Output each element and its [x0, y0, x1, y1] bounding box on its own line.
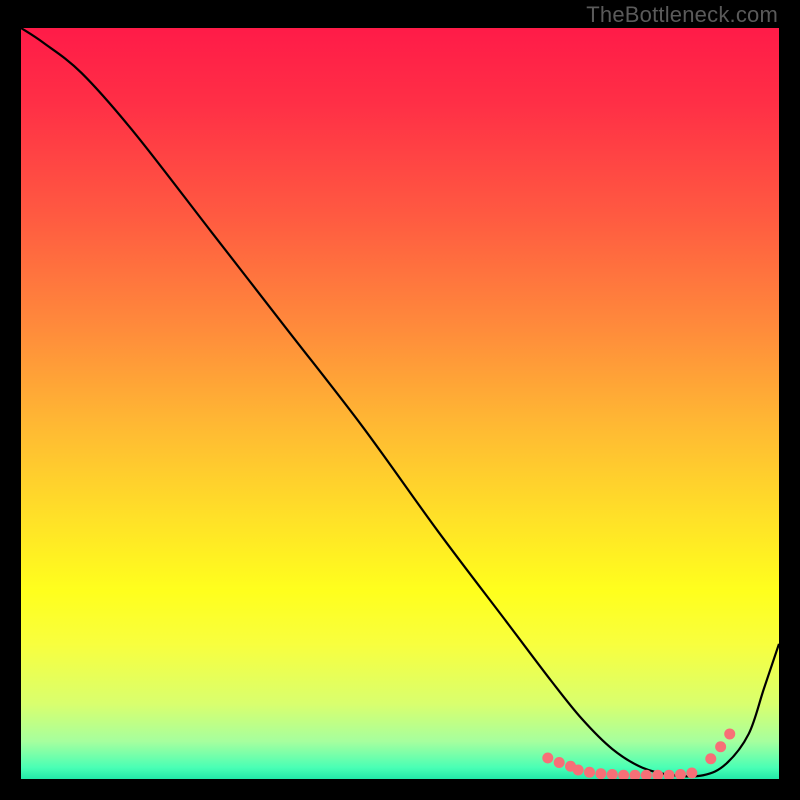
- watermark-source: TheBottleneck.com: [586, 2, 778, 28]
- plot-gradient-background: [21, 28, 779, 779]
- chart-container: TheBottleneck.com: [0, 0, 800, 800]
